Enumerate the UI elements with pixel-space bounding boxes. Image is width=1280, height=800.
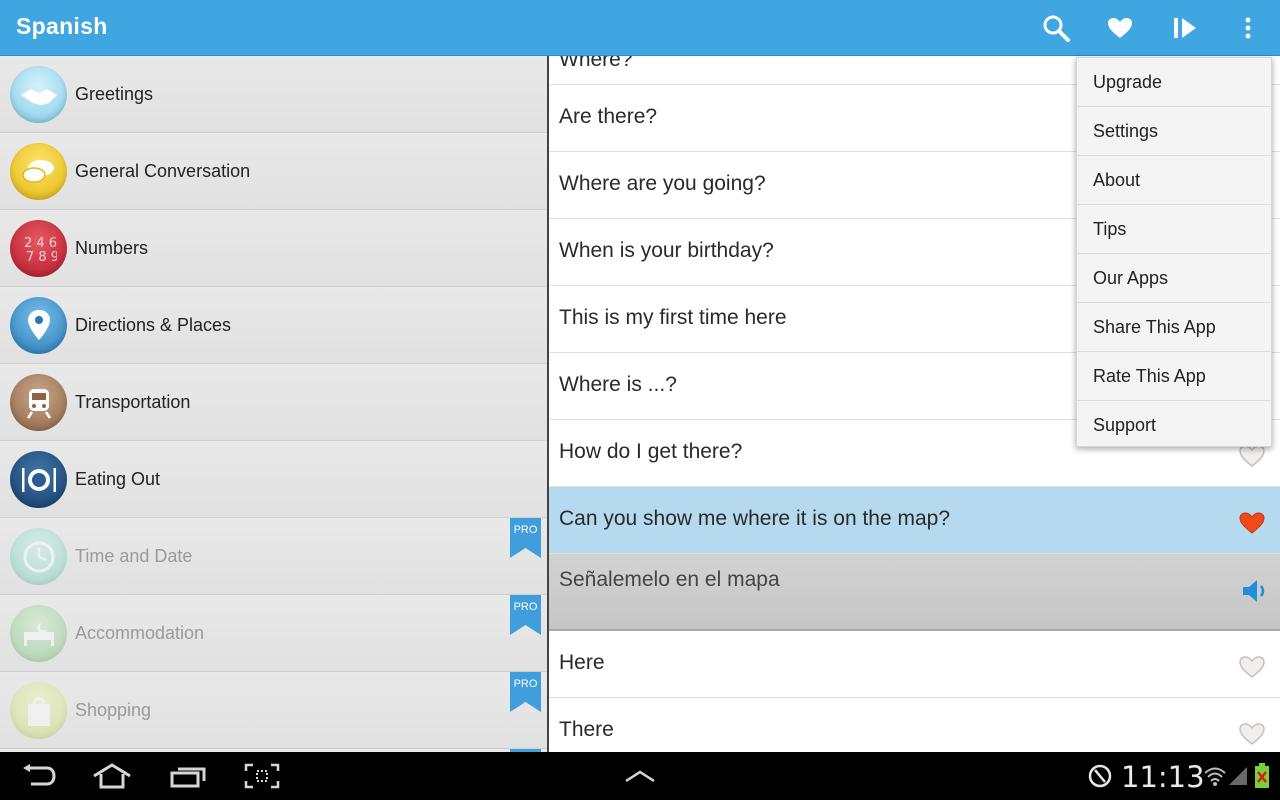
translation-panel: Señalemelo en el mapa: [549, 554, 1280, 631]
app-title: Spanish: [16, 13, 108, 39]
phrase-text: This is my first time here: [559, 306, 787, 329]
category-item-directions-places[interactable]: Directions & Places: [0, 287, 547, 364]
favorite-heart-icon[interactable]: [1238, 655, 1266, 679]
phrase-row[interactable]: Here: [549, 631, 1280, 698]
phrase-text: When is your birthday?: [559, 239, 774, 262]
category-label: Greetings: [75, 84, 154, 104]
phrase-text: There: [559, 718, 614, 741]
menu-item-tips[interactable]: Tips: [1077, 205, 1271, 254]
back-icon[interactable]: [20, 760, 58, 792]
svg-text:2 4 6: 2 4 6: [24, 236, 57, 251]
menu-item-upgrade[interactable]: Upgrade: [1077, 58, 1271, 107]
category-label: Eating Out: [75, 469, 161, 489]
phrase-text: Are there?: [559, 105, 658, 128]
menu-item-support[interactable]: Support: [1077, 401, 1271, 450]
plate-cutlery-icon: [10, 451, 67, 508]
signal-icon: [1228, 760, 1248, 792]
category-label: General Conversation: [75, 161, 251, 181]
favorite-heart-icon[interactable]: [1238, 722, 1266, 746]
translation-text: Señalemelo en el mapa: [559, 568, 780, 591]
handshake-icon: [10, 66, 67, 123]
category-item-accommodation[interactable]: Accommodation PRO: [0, 595, 547, 672]
phrase-text: How do I get there?: [559, 440, 743, 463]
clock-icon: [10, 528, 67, 585]
menu-item-our-apps[interactable]: Our Apps: [1077, 254, 1271, 303]
speaker-icon[interactable]: [1240, 576, 1270, 606]
phrase-text: Where are you going?: [559, 172, 766, 195]
phrase-text: Here: [559, 651, 605, 674]
gift-bag-icon: [10, 682, 67, 739]
category-label: Transportation: [75, 392, 191, 412]
play-next-icon[interactable]: [1165, 8, 1205, 48]
home-icon[interactable]: [91, 760, 133, 792]
category-item-eating-out[interactable]: Eating Out: [0, 441, 547, 518]
phrase-text: Where is ...?: [559, 373, 677, 396]
bed-icon: [10, 605, 67, 662]
search-icon[interactable]: [1036, 8, 1076, 48]
category-label: Directions & Places: [75, 315, 232, 335]
menu-item-share-this-app[interactable]: Share This App: [1077, 303, 1271, 352]
phrase-row[interactable]: There: [549, 698, 1280, 752]
menu-item-about[interactable]: About: [1077, 156, 1271, 205]
phrase-text: Can you show me where it is on the map?: [559, 507, 951, 530]
category-item-transportation[interactable]: Transportation: [0, 364, 547, 441]
menu-item-rate-this-app[interactable]: Rate This App: [1077, 352, 1271, 401]
system-nav-bar: 11:13: [0, 752, 1280, 800]
recent-apps-icon[interactable]: [168, 760, 208, 792]
pro-badge: PRO: [510, 595, 541, 635]
category-label: Accommodation: [75, 623, 205, 643]
category-label: Shopping: [75, 700, 152, 720]
category-label: Numbers: [75, 238, 149, 258]
svg-text:7 8 9: 7 8 9: [26, 250, 57, 265]
pro-badge: PRO: [510, 672, 541, 712]
numbers-icon: 2 4 67 8 9: [10, 220, 67, 277]
map-pin-icon: [10, 297, 67, 354]
menu-item-settings[interactable]: Settings: [1077, 107, 1271, 156]
phrase-text: Where?: [559, 56, 633, 71]
action-bar: Spanish: [0, 0, 1280, 56]
wifi-icon: [1203, 760, 1227, 792]
screenshot-icon[interactable]: [244, 760, 280, 792]
overflow-menu: Upgrade Settings About Tips Our Apps Sha…: [1076, 57, 1272, 447]
train-icon: [10, 374, 67, 431]
speech-bubbles-icon: [10, 143, 67, 200]
category-item-greetings[interactable]: Greetings: [0, 56, 547, 133]
chevron-up-icon[interactable]: [622, 760, 658, 792]
category-list: Greetings General Conversation 2 4 67 8 …: [0, 56, 547, 752]
status-clock: 11:13: [1121, 760, 1205, 794]
favorites-heart-icon[interactable]: [1100, 8, 1140, 48]
phrase-row-selected[interactable]: Can you show me where it is on the map?: [549, 487, 1280, 554]
pro-badge: PRO: [510, 518, 541, 558]
category-item-shopping[interactable]: Shopping PRO: [0, 672, 547, 749]
category-item-numbers[interactable]: 2 4 67 8 9 Numbers: [0, 210, 547, 287]
overflow-menu-icon[interactable]: [1228, 8, 1268, 48]
data-saver-icon: [1086, 760, 1114, 792]
battery-charging-icon: [1253, 760, 1271, 792]
category-label: Time and Date: [75, 546, 193, 566]
category-item-general-conversation[interactable]: General Conversation: [0, 133, 547, 210]
category-item-time-and-date[interactable]: Time and Date PRO: [0, 518, 547, 595]
favorite-heart-active-icon[interactable]: [1238, 511, 1266, 535]
